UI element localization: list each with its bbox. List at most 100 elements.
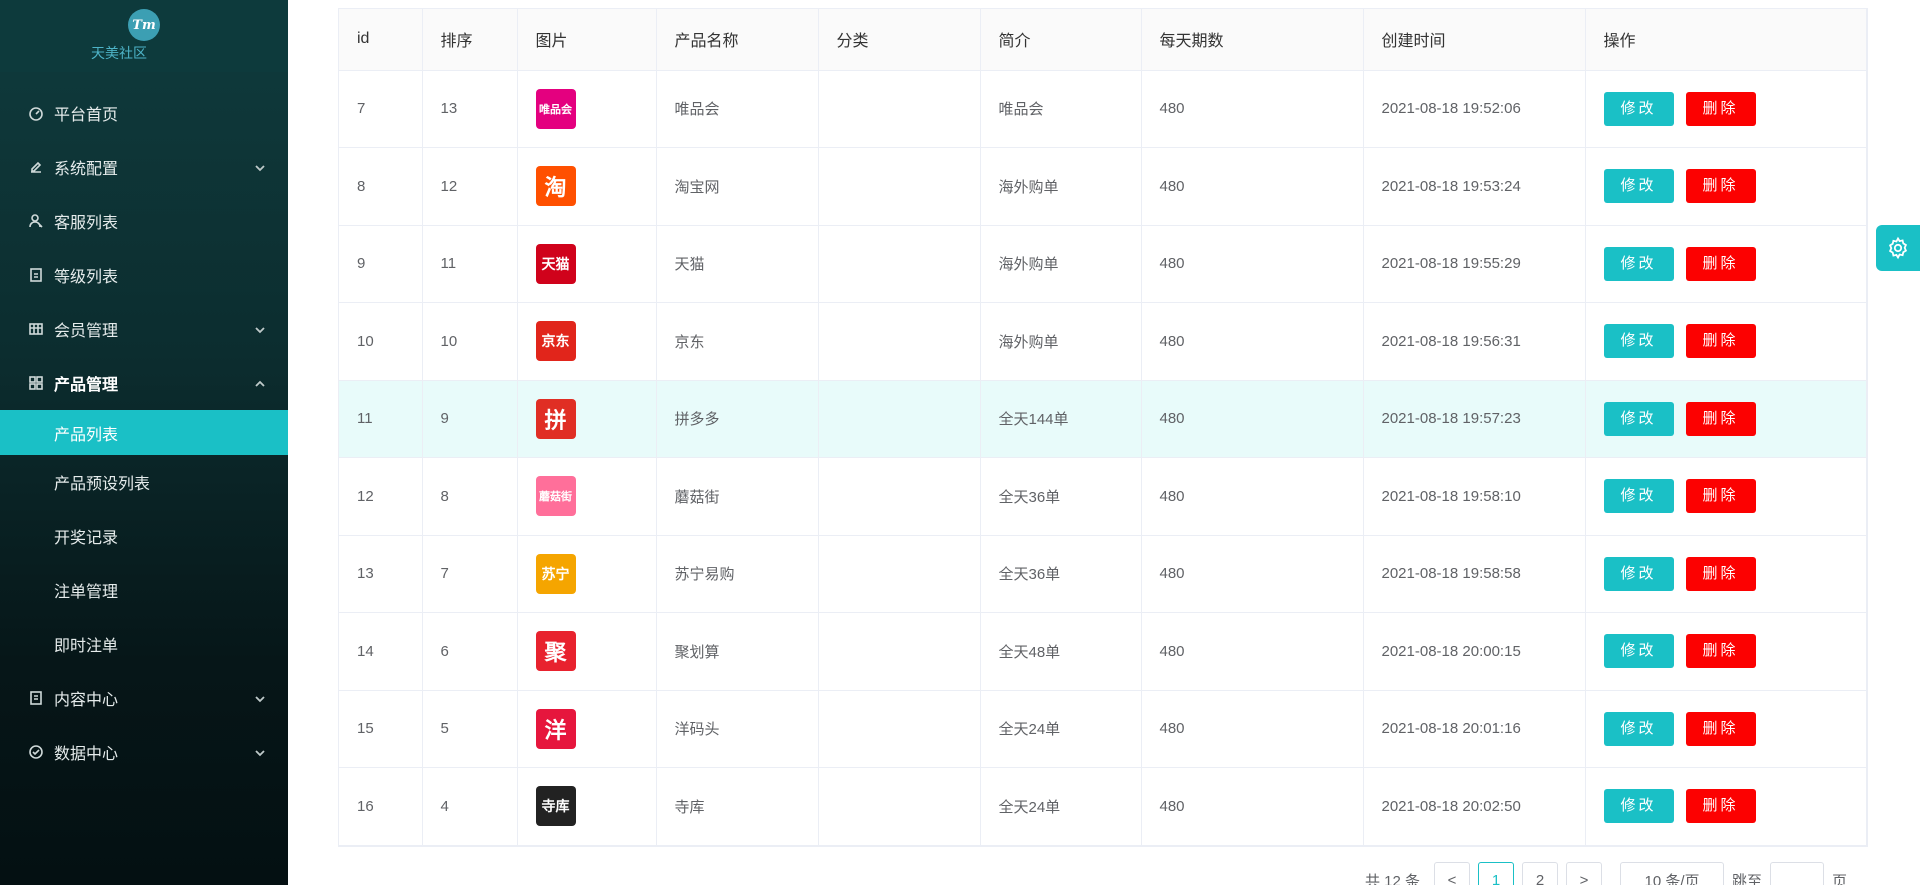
cell-image: 淘 bbox=[517, 147, 657, 226]
sidebar-subitem-3[interactable]: 注单管理 bbox=[0, 563, 288, 617]
sidebar-subitem-2[interactable]: 开奖记录 bbox=[0, 509, 288, 563]
product-logo-image: 天猫 bbox=[535, 243, 576, 284]
sidebar-subitem-1[interactable]: 产品预设列表 bbox=[0, 455, 288, 509]
sidebar-subitem-0[interactable]: 产品列表 bbox=[0, 410, 288, 455]
delete-button[interactable]: 删除 bbox=[1685, 711, 1756, 746]
cell-sort: 11 bbox=[422, 225, 518, 303]
delete-button[interactable]: 删除 bbox=[1685, 324, 1756, 359]
product-table: id 排序 图片 产品名称 分类 简介 每天期数 创建时间 操作 7 13 唯品会 唯品会 唯品会 480… bbox=[339, 9, 1867, 846]
chevron-down-icon bbox=[254, 746, 266, 758]
edit-button[interactable]: 修改 bbox=[1603, 789, 1674, 824]
table-row[interactable]: 13 7 苏宁 苏宁易购 全天36单 480 2021-08-18 19:58:58 修改 删除 bbox=[339, 535, 1867, 613]
sidebar-item-label: 会员管理 bbox=[54, 323, 119, 340]
edit-button[interactable]: 修改 bbox=[1603, 634, 1674, 669]
table-row[interactable]: 14 6 聚聚划算 全天48单 480 2021-08-18 20:00:15 修改 删除 bbox=[339, 612, 1867, 691]
edit-button[interactable]: 修改 bbox=[1603, 479, 1674, 514]
delete-button[interactable]: 删除 bbox=[1685, 401, 1756, 436]
delete-button[interactable]: 删除 bbox=[1685, 556, 1756, 591]
table-row[interactable]: 10 10 京东 京东 海外购单 480 2021-08-18 19:56:31 修改 删除 bbox=[339, 302, 1867, 381]
column-header: 排序 bbox=[422, 9, 518, 71]
jump-label: 跳至 bbox=[1732, 872, 1763, 885]
cell-actions: 修改 删除 bbox=[1585, 70, 1867, 148]
edit-icon bbox=[27, 158, 45, 176]
sidebar-item-3[interactable]: 等级列表 bbox=[0, 248, 288, 302]
edit-button[interactable]: 修改 bbox=[1603, 556, 1674, 591]
product-logo-text: 苏宁 bbox=[541, 565, 570, 582]
table-row[interactable]: 16 4 寺库 寺库 全天24单 480 2021-08-18 20:02:50 修改 删除 bbox=[339, 767, 1867, 846]
next-page-button[interactable]: > bbox=[1566, 862, 1603, 885]
sidebar-item-4[interactable]: 会员管理 bbox=[0, 302, 288, 356]
check-circle-icon bbox=[27, 743, 45, 761]
delete-button[interactable]: 删除 bbox=[1685, 246, 1756, 281]
cell-intro: 全天24单 bbox=[980, 690, 1142, 768]
cell-category bbox=[818, 380, 981, 458]
edit-button[interactable]: 修改 bbox=[1603, 711, 1674, 746]
cell-sort: 7 bbox=[422, 535, 518, 613]
edit-button[interactable]: 修改 bbox=[1603, 91, 1674, 126]
edit-button[interactable]: 修改 bbox=[1603, 324, 1674, 359]
cell-name: 寺库 bbox=[656, 767, 819, 846]
table-body: 7 13 唯品会 唯品会 唯品会 480 2021-08-18 19:52:06 修改 删除 8 1… bbox=[339, 70, 1867, 846]
page-size-select[interactable]: 10 条/页 bbox=[1620, 862, 1725, 885]
cell-created: 2021-08-18 20:02:50 bbox=[1363, 767, 1586, 846]
cell-category bbox=[818, 767, 981, 846]
edit-button[interactable]: 修改 bbox=[1603, 169, 1674, 204]
cell-periods: 480 bbox=[1141, 225, 1364, 303]
chevron-down-icon bbox=[254, 161, 266, 173]
cell-image: 苏宁 bbox=[517, 535, 657, 613]
cell-created: 2021-08-18 19:58:10 bbox=[1363, 457, 1586, 536]
delete-button[interactable]: 删除 bbox=[1685, 169, 1756, 204]
brand-logo[interactable]: Tm 天美社区 bbox=[0, 0, 288, 72]
delete-button[interactable]: 删除 bbox=[1685, 91, 1756, 126]
cell-category bbox=[818, 147, 981, 226]
sidebar-subitem-4[interactable]: 即时注单 bbox=[0, 617, 288, 671]
cell-id: 16 bbox=[339, 767, 423, 846]
cell-actions: 修改 删除 bbox=[1585, 535, 1867, 613]
product-logo-image: 洋 bbox=[535, 708, 576, 749]
table-row[interactable]: 12 8 蘑菇街 蘑菇街 全天36单 480 2021-08-18 19:58:10 修改 删除 bbox=[339, 457, 1867, 536]
edit-button[interactable]: 修改 bbox=[1603, 401, 1674, 436]
table-row[interactable]: 7 13 唯品会 唯品会 唯品会 480 2021-08-18 19:52:06 修改 删除 bbox=[339, 70, 1867, 148]
column-header: 创建时间 bbox=[1363, 9, 1586, 71]
cell-actions: 修改 删除 bbox=[1585, 612, 1867, 691]
cell-sort: 10 bbox=[422, 302, 518, 381]
settings-float-button[interactable] bbox=[1876, 225, 1920, 271]
sidebar-item-0[interactable]: 平台首页 bbox=[0, 86, 288, 140]
cell-image: 天猫 bbox=[517, 225, 657, 303]
table-row[interactable]: 11 9 拼拼多多 全天144单 480 2021-08-18 19:57:23 修改 删除 bbox=[339, 380, 1867, 458]
delete-button[interactable]: 删除 bbox=[1685, 789, 1756, 824]
page-2-button[interactable]: 2 bbox=[1522, 862, 1559, 885]
delete-button[interactable]: 删除 bbox=[1685, 634, 1756, 669]
chevron-down-icon bbox=[254, 323, 266, 335]
sidebar-item-label: 平台首页 bbox=[54, 107, 119, 124]
cell-periods: 480 bbox=[1141, 612, 1364, 691]
grid-icon bbox=[27, 374, 45, 392]
cell-id: 7 bbox=[339, 70, 423, 148]
sidebar-item-5[interactable]: 产品管理 bbox=[0, 356, 288, 410]
edit-button[interactable]: 修改 bbox=[1603, 246, 1674, 281]
table-row[interactable]: 15 5 洋洋码头 全天24单 480 2021-08-18 20:01:16 修改 删除 bbox=[339, 690, 1867, 768]
product-logo-text: 蘑菇街 bbox=[539, 491, 572, 504]
page-size-value: 10 条/页 bbox=[1644, 872, 1700, 885]
sidebar-item-2[interactable]: 客服列表 bbox=[0, 194, 288, 248]
cell-name: 淘宝网 bbox=[656, 147, 819, 226]
delete-button[interactable]: 删除 bbox=[1685, 479, 1756, 514]
table-row[interactable]: 8 12 淘淘宝网 海外购单 480 2021-08-18 19:53:24 修改 删除 bbox=[339, 147, 1867, 226]
table-row[interactable]: 9 11 天猫 天猫 海外购单 480 2021-08-18 19:55:29 修改 删除 bbox=[339, 225, 1867, 303]
sidebar-item-6[interactable]: 内容中心 bbox=[0, 671, 288, 725]
cell-intro: 海外购单 bbox=[980, 225, 1142, 303]
prev-page-button[interactable]: < bbox=[1434, 862, 1471, 885]
cell-image: 京东 bbox=[517, 302, 657, 381]
column-header: 每天期数 bbox=[1141, 9, 1364, 71]
main-content: id 排序 图片 产品名称 分类 简介 每天期数 创建时间 操作 7 13 唯品会 唯品会 唯品会 480… bbox=[288, 0, 1920, 885]
jump-page-input[interactable] bbox=[1770, 862, 1825, 885]
sidebar-item-label: 等级列表 bbox=[54, 269, 119, 286]
sidebar-item-7[interactable]: 数据中心 bbox=[0, 725, 288, 779]
cell-intro: 唯品会 bbox=[980, 70, 1142, 148]
page-1-button[interactable]: 1 bbox=[1478, 862, 1515, 885]
cell-sort: 13 bbox=[422, 70, 518, 148]
cell-intro: 全天144单 bbox=[980, 380, 1142, 458]
sidebar-item-1[interactable]: 系统配置 bbox=[0, 140, 288, 194]
cell-image: 洋 bbox=[517, 690, 657, 768]
cell-periods: 480 bbox=[1141, 380, 1364, 458]
